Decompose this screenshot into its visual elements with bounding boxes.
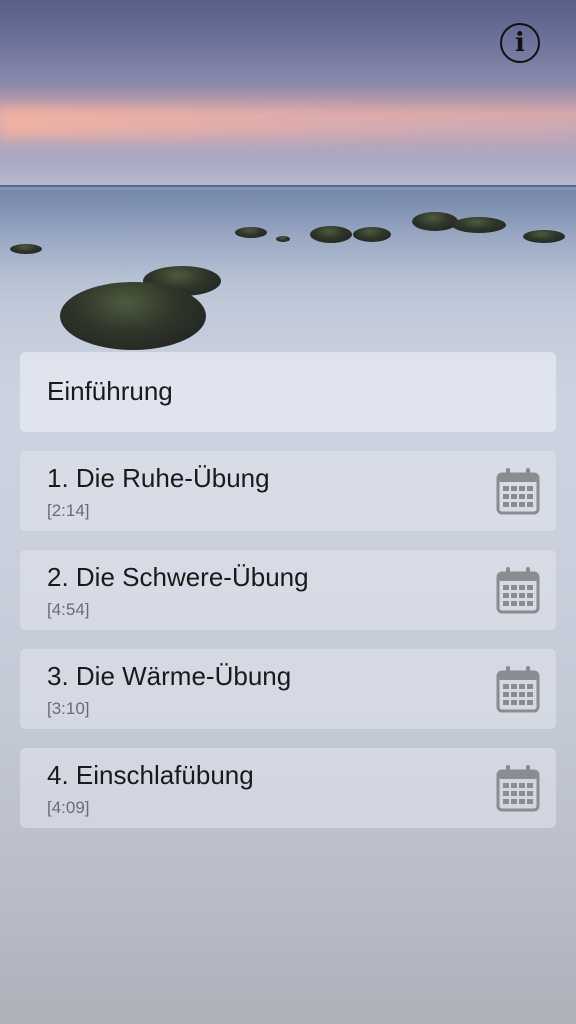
list-item-exercise-1[interactable]: 1. Die Ruhe-Übung [2:14] <box>20 451 556 531</box>
list-item-exercise-3[interactable]: 3. Die Wärme-Übung [3:10] <box>20 649 556 729</box>
rock <box>276 236 290 242</box>
exercise-duration: [4:09] <box>47 798 90 817</box>
list-item-intro[interactable]: Einführung <box>20 352 556 432</box>
sky <box>0 0 576 186</box>
rock <box>60 282 206 350</box>
calendar-icon[interactable] <box>496 764 540 812</box>
intro-label: Einführung <box>47 376 173 406</box>
sunset-glow <box>0 108 576 138</box>
rock <box>523 230 565 243</box>
rock <box>310 226 352 243</box>
exercise-title: 3. Die Wärme-Übung <box>47 661 292 691</box>
exercise-duration: [4:54] <box>47 600 90 619</box>
exercise-title: 1. Die Ruhe-Übung <box>47 463 270 493</box>
rock <box>452 217 506 233</box>
list-item-exercise-2[interactable]: 2. Die Schwere-Übung [4:54] <box>20 550 556 630</box>
calendar-icon[interactable] <box>496 467 540 515</box>
exercise-duration: [2:14] <box>47 501 90 520</box>
exercise-duration: [3:10] <box>47 699 90 718</box>
info-button[interactable]: i <box>500 23 540 63</box>
list-item-exercise-4[interactable]: 4. Einschlafübung [4:09] <box>20 748 556 828</box>
rock <box>353 227 391 242</box>
rock <box>412 212 458 231</box>
sea-mist <box>0 190 576 280</box>
exercise-title: 2. Die Schwere-Übung <box>47 562 309 592</box>
calendar-icon[interactable] <box>496 566 540 614</box>
calendar-icon[interactable] <box>496 665 540 713</box>
rock <box>235 227 267 238</box>
exercise-title: 4. Einschlafübung <box>47 760 254 790</box>
exercise-list: Einführung 1. Die Ruhe-Übung [2:14] 2. D… <box>20 352 556 847</box>
rock <box>10 244 42 254</box>
info-icon: i <box>515 28 525 58</box>
